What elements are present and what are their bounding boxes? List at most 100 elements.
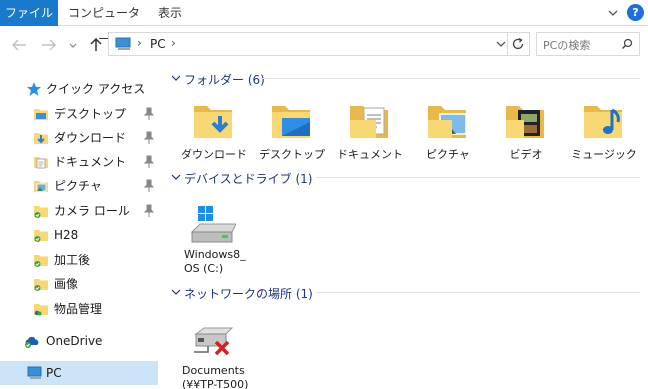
ribbon-bar: ファイル コンピューター 表示 ?: [0, 0, 648, 46]
folder-label: ビデオ: [509, 148, 543, 161]
forward-arrow-icon[interactable]: [40, 38, 58, 52]
folder-music[interactable]: ミュージック: [564, 98, 644, 170]
pictures-folder-icon: [34, 181, 48, 192]
chevron-down-icon: [171, 174, 181, 180]
sidebar-item-camera-roll[interactable]: カメラ ロール: [0, 199, 158, 223]
synced-folder-icon: [34, 230, 48, 242]
search-placeholder: PCの検索: [543, 39, 591, 52]
disconnected-network-drive-icon: [194, 327, 234, 356]
search-icon: [622, 38, 633, 49]
breadcrumb-separator[interactable]: ›: [171, 36, 176, 50]
pin-icon[interactable]: [143, 204, 155, 218]
folder-desktop[interactable]: デスクトップ: [252, 98, 332, 170]
navigation-bar: › PC › PCの検索: [0, 26, 648, 62]
group-header-folders[interactable]: フォルダー (6): [166, 68, 640, 90]
sidebar-item-processed[interactable]: 加工後: [0, 248, 158, 272]
sidebar-item-images[interactable]: 画像: [0, 272, 158, 296]
sidebar-item-pictures[interactable]: ピクチャ: [0, 174, 158, 198]
refresh-button[interactable]: [508, 32, 530, 56]
group-label: ネットワークの場所 (1): [184, 287, 313, 301]
back-arrow-icon[interactable]: [10, 38, 28, 52]
navigation-pane: クイック アクセス デスクトップ ダウンロード ドキュメント ピクチャ カメラ …: [0, 62, 160, 389]
network-label-line1: Documents: [182, 364, 245, 377]
search-input[interactable]: PCの検索: [536, 32, 640, 56]
folder-documents[interactable]: ドキュメント: [330, 98, 410, 170]
onedrive-cloud-icon: [25, 336, 39, 348]
drive-label: Windows8_ OS (C:): [184, 248, 264, 276]
chevron-down-icon[interactable]: [606, 6, 620, 20]
network-location-documents[interactable]: Documents (¥¥TP-T500): [182, 320, 252, 389]
download-folder-icon: [34, 133, 48, 144]
folder-label: ミュージック: [571, 148, 637, 161]
star-icon: [27, 82, 41, 96]
folder-label: ピクチャ: [426, 148, 470, 161]
drive-c[interactable]: Windows8_ OS (C:): [184, 204, 254, 284]
sidebar-item-h28[interactable]: H28: [0, 223, 158, 247]
sidebar-item-label: ピクチャ: [54, 179, 102, 193]
pin-icon[interactable]: [143, 155, 155, 169]
sidebar-item-label: 加工後: [54, 253, 91, 267]
breadcrumb-pc[interactable]: PC: [150, 37, 166, 51]
sidebar-item-label: OneDrive: [46, 334, 103, 348]
tab-computer[interactable]: コンピューター: [66, 0, 142, 46]
address-dropdown-icon[interactable]: [495, 38, 507, 50]
sidebar-item-label: 画像: [54, 277, 79, 291]
tab-file[interactable]: ファイル: [0, 0, 58, 26]
pictures-folder-icon: [428, 106, 467, 138]
recent-chevron-icon[interactable]: [68, 42, 78, 50]
hard-drive-icon: [190, 206, 236, 243]
sidebar-item-label: クイック アクセス: [46, 82, 146, 96]
folder-pictures[interactable]: ピクチャ: [408, 98, 488, 170]
folder-videos[interactable]: ビデオ: [486, 98, 566, 170]
sidebar-item-label: デスクトップ: [54, 107, 127, 121]
synced-folder-icon: [34, 206, 48, 218]
sidebar-item-documents[interactable]: ドキュメント: [0, 150, 158, 174]
videos-folder-icon: [506, 106, 544, 138]
chevron-down-icon: [171, 289, 181, 295]
chevron-down-icon: [171, 75, 181, 81]
network-label-line2: (¥¥TP-T500): [182, 378, 249, 389]
sidebar-item-onedrive[interactable]: OneDrive: [0, 329, 158, 353]
group-label: デバイスとドライブ (1): [184, 172, 313, 186]
content-pane: フォルダー (6) ダウンロード デスクトップ ドキュメント ピクチャ ビデオ …: [166, 62, 648, 389]
music-folder-icon: [584, 106, 622, 138]
pin-icon[interactable]: [143, 179, 155, 193]
sidebar-item-label: 物品管理: [54, 302, 103, 316]
drive-label-line2: OS (C:): [184, 262, 224, 275]
sidebar-item-downloads[interactable]: ダウンロード: [0, 126, 158, 150]
desktop-folder-icon: [34, 109, 48, 120]
folder-label: ダウンロード: [181, 148, 247, 161]
synced-folder-icon: [34, 279, 48, 291]
group-divider: [258, 78, 640, 79]
tab-view[interactable]: 表示: [150, 0, 190, 26]
group-divider: [316, 292, 640, 293]
group-label: フォルダー (6): [184, 73, 265, 87]
network-label: Documents (¥¥TP-T500): [182, 364, 262, 389]
group-header-devices[interactable]: デバイスとドライブ (1): [166, 167, 640, 189]
drive-label-line1: Windows8_: [184, 248, 246, 261]
breadcrumb-separator: ›: [137, 36, 142, 50]
sidebar-item-quick-access[interactable]: クイック アクセス: [0, 77, 158, 101]
sidebar-item-label: カメラ ロール: [54, 204, 130, 218]
sidebar-item-label: H28: [54, 228, 79, 242]
group-divider: [316, 177, 640, 178]
group-header-network[interactable]: ネットワークの場所 (1): [166, 282, 640, 304]
pc-icon: [115, 37, 131, 50]
help-button[interactable]: ?: [627, 4, 644, 21]
folder-label: ドキュメント: [337, 148, 403, 161]
sidebar-item-inventory[interactable]: 物品管理: [0, 297, 158, 321]
synced-folder-icon: [34, 255, 48, 267]
address-bar[interactable]: › PC ›: [108, 32, 508, 56]
sidebar-item-pc[interactable]: PC: [0, 361, 158, 385]
documents-folder-icon: [350, 106, 388, 138]
sidebar-item-label: ドキュメント: [54, 155, 127, 169]
folder-downloads[interactable]: ダウンロード: [174, 98, 254, 170]
pin-icon[interactable]: [143, 131, 155, 145]
pc-icon: [27, 366, 42, 379]
sidebar-item-desktop[interactable]: デスクトップ: [0, 102, 158, 126]
pin-icon[interactable]: [143, 107, 155, 121]
up-arrow-icon[interactable]: [88, 37, 104, 53]
documents-folder-icon: [34, 157, 48, 169]
sidebar-item-label: PC: [46, 366, 62, 380]
download-folder-icon: [194, 106, 232, 138]
